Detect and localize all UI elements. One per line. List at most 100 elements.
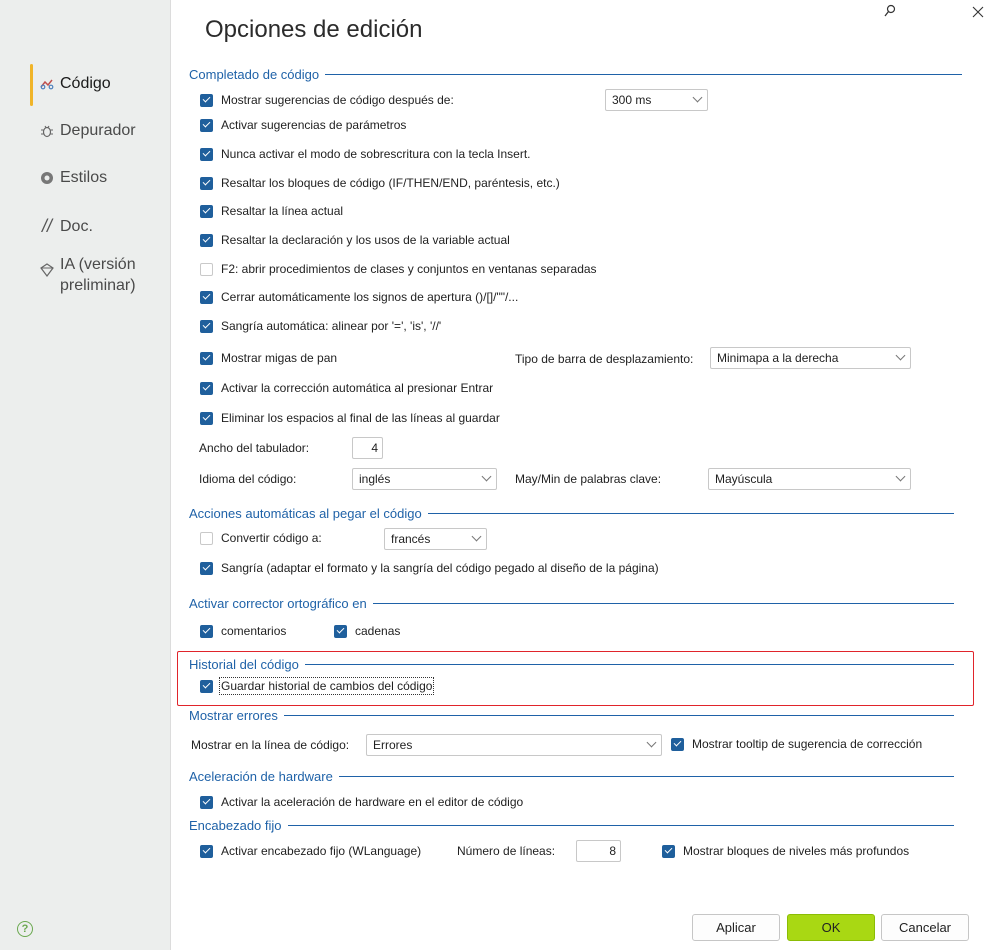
option-label: Mostrar bloques de niveles más profundos — [683, 844, 910, 858]
ai-icon — [38, 263, 56, 277]
chevron-down-icon — [481, 471, 492, 482]
option-deep-blocks[interactable]: Mostrar bloques de niveles más profundos — [662, 843, 909, 859]
sidebar-item-depurador[interactable]: Depurador — [38, 122, 136, 140]
sidebar-item-doc[interactable]: // Doc. — [38, 216, 93, 237]
option-spell-comments[interactable]: comentarios — [200, 623, 286, 639]
scrollbar-type-label: Tipo de barra de desplazamiento: — [515, 351, 693, 367]
option-spell-strings[interactable]: cadenas — [334, 623, 400, 639]
option-param-suggestions[interactable]: Activar sugerencias de parámetros — [200, 117, 406, 133]
convert-language-select[interactable]: francés — [384, 528, 487, 550]
sidebar-item-label: Código — [60, 75, 111, 92]
tab-width-input[interactable]: 4 — [352, 437, 383, 459]
option-label: Resaltar la línea actual — [221, 204, 344, 218]
option-error-tooltip[interactable]: Mostrar tooltip de sugerencia de correcc… — [671, 736, 922, 752]
option-f2-separate[interactable]: F2: abrir procedimientos de clases y con… — [200, 261, 597, 277]
option-trim-spaces[interactable]: Eliminar los espacios al final de las lí… — [200, 410, 500, 426]
option-sticky-header[interactable]: Activar encabezado fijo (WLanguage) — [200, 843, 421, 859]
option-no-overwrite[interactable]: Nunca activar el modo de sobrescritura c… — [200, 146, 530, 162]
checkbox[interactable] — [200, 381, 213, 395]
chevron-down-icon — [895, 471, 906, 482]
close-icon[interactable] — [972, 5, 984, 21]
section-historial: Historial del código — [189, 657, 954, 672]
checkbox[interactable] — [200, 262, 213, 276]
checkbox[interactable] — [200, 204, 213, 218]
checkbox[interactable] — [334, 624, 347, 638]
checkbox[interactable] — [200, 147, 213, 161]
option-label: F2: abrir procedimientos de clases y con… — [221, 262, 597, 276]
option-breadcrumbs[interactable]: Mostrar migas de pan — [200, 350, 337, 366]
checkbox[interactable] — [200, 844, 213, 858]
option-autocorrect[interactable]: Activar la corrección automática al pres… — [200, 380, 493, 396]
style-icon — [38, 171, 56, 185]
option-highlight-blocks[interactable]: Resaltar los bloques de código (IF/THEN/… — [200, 175, 560, 191]
cancel-button[interactable]: Cancelar — [881, 914, 969, 941]
field-label: Mostrar en la línea de código: — [191, 738, 350, 752]
sidebar-item-estilos[interactable]: Estilos — [38, 169, 107, 187]
checkbox[interactable] — [662, 844, 675, 858]
chevron-down-icon — [895, 350, 906, 361]
select-value: francés — [391, 532, 431, 546]
checkbox[interactable] — [200, 411, 213, 425]
checkbox[interactable] — [671, 737, 684, 751]
checkbox[interactable] — [200, 531, 213, 545]
section-hardware: Aceleración de hardware — [189, 769, 954, 784]
option-auto-close[interactable]: Cerrar automáticamente los signos de ape… — [200, 289, 518, 305]
error-display-select[interactable]: Errores — [366, 734, 662, 756]
section-title: Completado de código — [189, 66, 320, 82]
code-language-select[interactable]: inglés — [352, 468, 497, 490]
header-lines-label: Número de líneas: — [457, 843, 555, 859]
option-auto-indent[interactable]: Sangría automática: alinear por '=', 'is… — [200, 318, 441, 334]
bug-icon — [38, 124, 56, 138]
option-convert-code[interactable]: Convertir código a: — [200, 530, 322, 546]
option-hardware-accel[interactable]: Activar la aceleración de hardware en el… — [200, 794, 523, 810]
option-suggestions[interactable]: Mostrar sugerencias de código después de… — [200, 92, 454, 108]
select-value: Minimapa a la derecha — [717, 351, 839, 365]
field-label: Número de líneas: — [457, 844, 556, 858]
section-divider — [304, 663, 954, 665]
sidebar-ai-line1: IA (versión — [60, 256, 136, 273]
section-title: Activar corrector ortográfico en — [189, 595, 367, 611]
sidebar-item-ia[interactable]: IA (versión preliminar) — [38, 254, 136, 296]
keyword-case-label: May/Min de palabras clave: — [515, 471, 661, 487]
checkbox[interactable] — [200, 561, 213, 575]
chevron-down-icon — [646, 737, 657, 748]
option-save-history[interactable]: Guardar historial de cambios del código — [200, 677, 435, 695]
ok-button[interactable]: OK — [787, 914, 875, 941]
sidebar-item-codigo[interactable]: Código — [38, 75, 111, 93]
chevron-down-icon — [692, 92, 703, 103]
checkbox[interactable] — [200, 319, 213, 333]
field-label: Idioma del código: — [199, 472, 297, 486]
checkbox[interactable] — [200, 93, 213, 107]
select-value: 300 ms — [612, 93, 652, 107]
error-line-label: Mostrar en la línea de código: — [191, 737, 349, 753]
option-paste-indent[interactable]: Sangría (adaptar el formato y la sangría… — [200, 560, 659, 576]
checkbox[interactable] — [200, 118, 213, 132]
search-icon[interactable] — [884, 4, 896, 21]
section-title: Acciones automáticas al pegar el código — [189, 505, 422, 521]
checkbox[interactable] — [200, 624, 213, 638]
select-value: inglés — [359, 472, 391, 486]
option-label: Resaltar los bloques de código (IF/THEN/… — [221, 176, 560, 190]
apply-button[interactable]: Aplicar — [692, 914, 780, 941]
option-highlight-line[interactable]: Resaltar la línea actual — [200, 203, 343, 219]
option-label: cadenas — [355, 624, 401, 638]
checkbox[interactable] — [200, 233, 213, 247]
help-icon[interactable]: ? — [17, 921, 33, 937]
code-icon — [38, 78, 56, 90]
option-label: Sangría automática: alinear por '=', 'is… — [221, 319, 442, 333]
checkbox[interactable] — [200, 679, 213, 693]
section-encabezado: Encabezado fijo — [189, 817, 954, 833]
checkbox[interactable] — [200, 290, 213, 304]
scrollbar-type-select[interactable]: Minimapa a la derecha — [710, 347, 911, 369]
suggestion-delay-select[interactable]: 300 ms — [605, 89, 708, 111]
section-divider — [427, 512, 954, 514]
section-divider — [283, 714, 954, 716]
checkbox[interactable] — [200, 795, 213, 809]
keyword-case-select[interactable]: Mayúscula — [708, 468, 911, 490]
section-title: Encabezado fijo — [189, 817, 282, 833]
option-highlight-variable[interactable]: Resaltar la declaración y los usos de la… — [200, 232, 510, 248]
header-lines-input[interactable]: 8 — [576, 840, 621, 862]
section-divider — [325, 73, 962, 75]
checkbox[interactable] — [200, 351, 213, 365]
checkbox[interactable] — [200, 176, 213, 190]
